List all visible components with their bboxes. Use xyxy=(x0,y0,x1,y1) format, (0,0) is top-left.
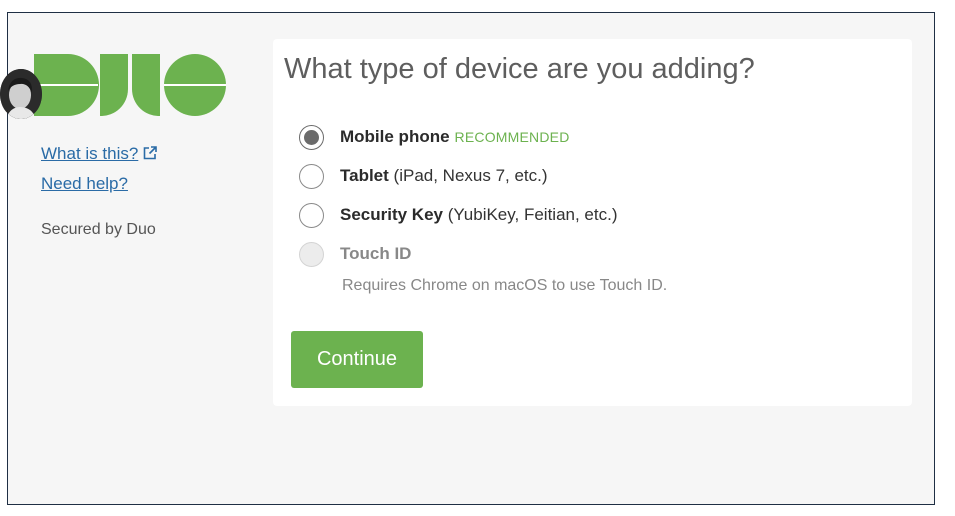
tablet-radio[interactable] xyxy=(299,163,324,189)
tablet-examples: (iPad, Nexus 7, etc.) xyxy=(388,166,548,185)
mobile-phone-radio[interactable] xyxy=(299,124,324,150)
avatar[interactable] xyxy=(0,69,42,119)
security-key-label: Security Key xyxy=(340,205,443,224)
secured-by-text: Secured by Duo xyxy=(41,221,156,238)
option-touch-id: Touch ID xyxy=(299,240,411,268)
option-mobile-phone[interactable]: Mobile phone RECOMMENDED xyxy=(299,123,570,151)
security-key-text: Security Key (YubiKey, Feitian, etc.) xyxy=(340,205,617,225)
external-link-icon xyxy=(144,146,158,160)
page-title: What type of device are you adding? xyxy=(284,53,755,85)
mobile-phone-text: Mobile phone RECOMMENDED xyxy=(340,127,570,147)
security-key-examples: (YubiKey, Feitian, etc.) xyxy=(443,205,618,224)
need-help-link[interactable]: Need help? xyxy=(41,174,128,194)
device-type-card: What type of device are you adding? Mobi… xyxy=(273,39,912,406)
duo-prompt-frame: What is this? Need help? Secured by Duo … xyxy=(0,12,935,505)
option-tablet[interactable]: Tablet (iPad, Nexus 7, etc.) xyxy=(299,162,548,190)
what-is-this-label: What is this? xyxy=(41,144,139,163)
touch-id-label: Touch ID xyxy=(340,244,412,263)
security-key-radio[interactable] xyxy=(299,202,324,228)
tablet-label: Tablet xyxy=(340,166,389,185)
touch-id-text: Touch ID xyxy=(340,244,411,264)
duo-logo xyxy=(34,54,226,116)
what-is-this-link[interactable]: What is this? xyxy=(41,144,158,164)
option-security-key[interactable]: Security Key (YubiKey, Feitian, etc.) xyxy=(299,201,617,229)
touch-id-note: Requires Chrome on macOS to use Touch ID… xyxy=(342,277,668,294)
tablet-text: Tablet (iPad, Nexus 7, etc.) xyxy=(340,166,548,186)
mobile-phone-label: Mobile phone xyxy=(340,127,450,146)
touch-id-radio xyxy=(299,241,324,267)
recommended-badge: RECOMMENDED xyxy=(454,129,570,145)
continue-button[interactable]: Continue xyxy=(291,331,423,388)
